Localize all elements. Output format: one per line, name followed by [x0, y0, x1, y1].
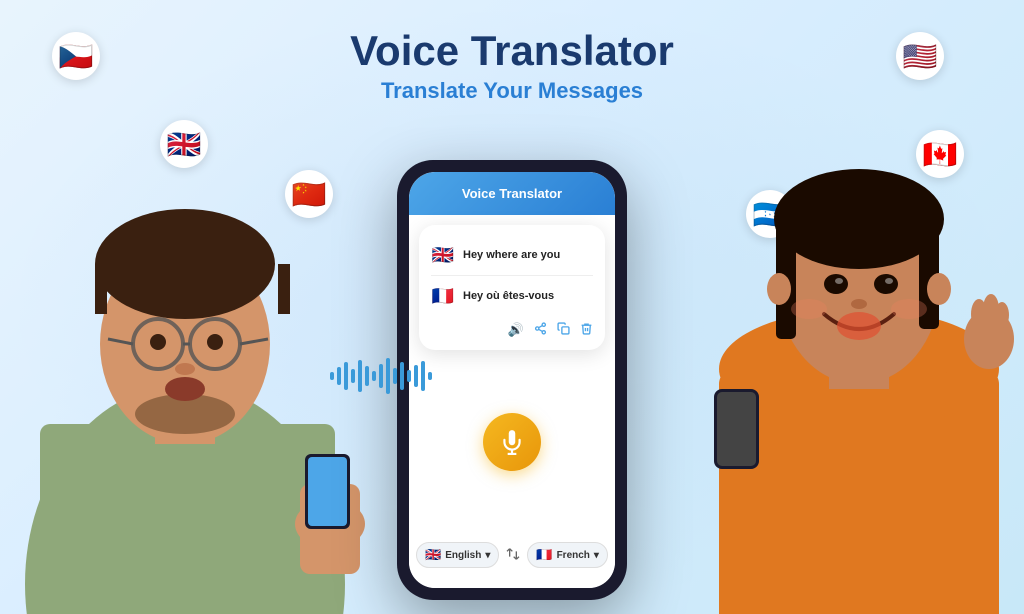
source-flag: 🇬🇧 [431, 243, 455, 267]
source-translation-row: 🇬🇧 Hey where are you [431, 235, 593, 276]
target-text: Hey où êtes-vous [463, 290, 554, 302]
app-title: Voice Translator [350, 28, 674, 74]
sound-wave [330, 358, 432, 394]
person-right [694, 89, 1024, 614]
target-lang-flag: 🇫🇷 [536, 547, 552, 563]
mic-area [417, 358, 607, 526]
action-icons-row: 🔊 [431, 316, 593, 340]
target-flag: 🇫🇷 [431, 284, 455, 308]
phone-header: Voice Translator [409, 172, 615, 215]
phone-screen: Voice Translator 🇬🇧 Hey where are you 🇫🇷… [409, 172, 615, 588]
target-lang-name: French [557, 550, 590, 561]
source-lang-flag: 🇬🇧 [425, 547, 441, 563]
app-subtitle: Translate Your Messages [350, 78, 674, 104]
header: Voice Translator Translate Your Messages [350, 28, 674, 104]
language-selector-row: 🇬🇧 English ▾ 🇫🇷 French ▾ [417, 534, 607, 578]
share-icon[interactable] [534, 322, 547, 338]
target-lang-dropdown-icon: ▾ [594, 550, 599, 561]
translation-card: 🇬🇧 Hey where are you 🇫🇷 Hey où êtes-vous… [419, 225, 605, 350]
target-language-selector[interactable]: 🇫🇷 French ▾ [527, 542, 608, 568]
flag-czech: 🇨🇿 [52, 32, 100, 80]
source-text: Hey where are you [463, 249, 560, 261]
source-language-selector[interactable]: 🇬🇧 English ▾ [416, 542, 499, 568]
target-translation-row: 🇫🇷 Hey où êtes-vous [431, 276, 593, 316]
delete-icon[interactable] [580, 322, 593, 338]
copy-icon[interactable] [557, 322, 570, 338]
flag-usa: 🇺🇸 [896, 32, 944, 80]
mic-button[interactable] [483, 413, 541, 471]
language-swap-button[interactable] [505, 546, 521, 565]
phone-body: 🇬🇧 Hey where are you 🇫🇷 Hey où êtes-vous… [409, 215, 615, 588]
source-lang-dropdown-icon: ▾ [485, 550, 490, 561]
volume-icon[interactable]: 🔊 [508, 322, 524, 338]
source-lang-name: English [445, 550, 481, 561]
